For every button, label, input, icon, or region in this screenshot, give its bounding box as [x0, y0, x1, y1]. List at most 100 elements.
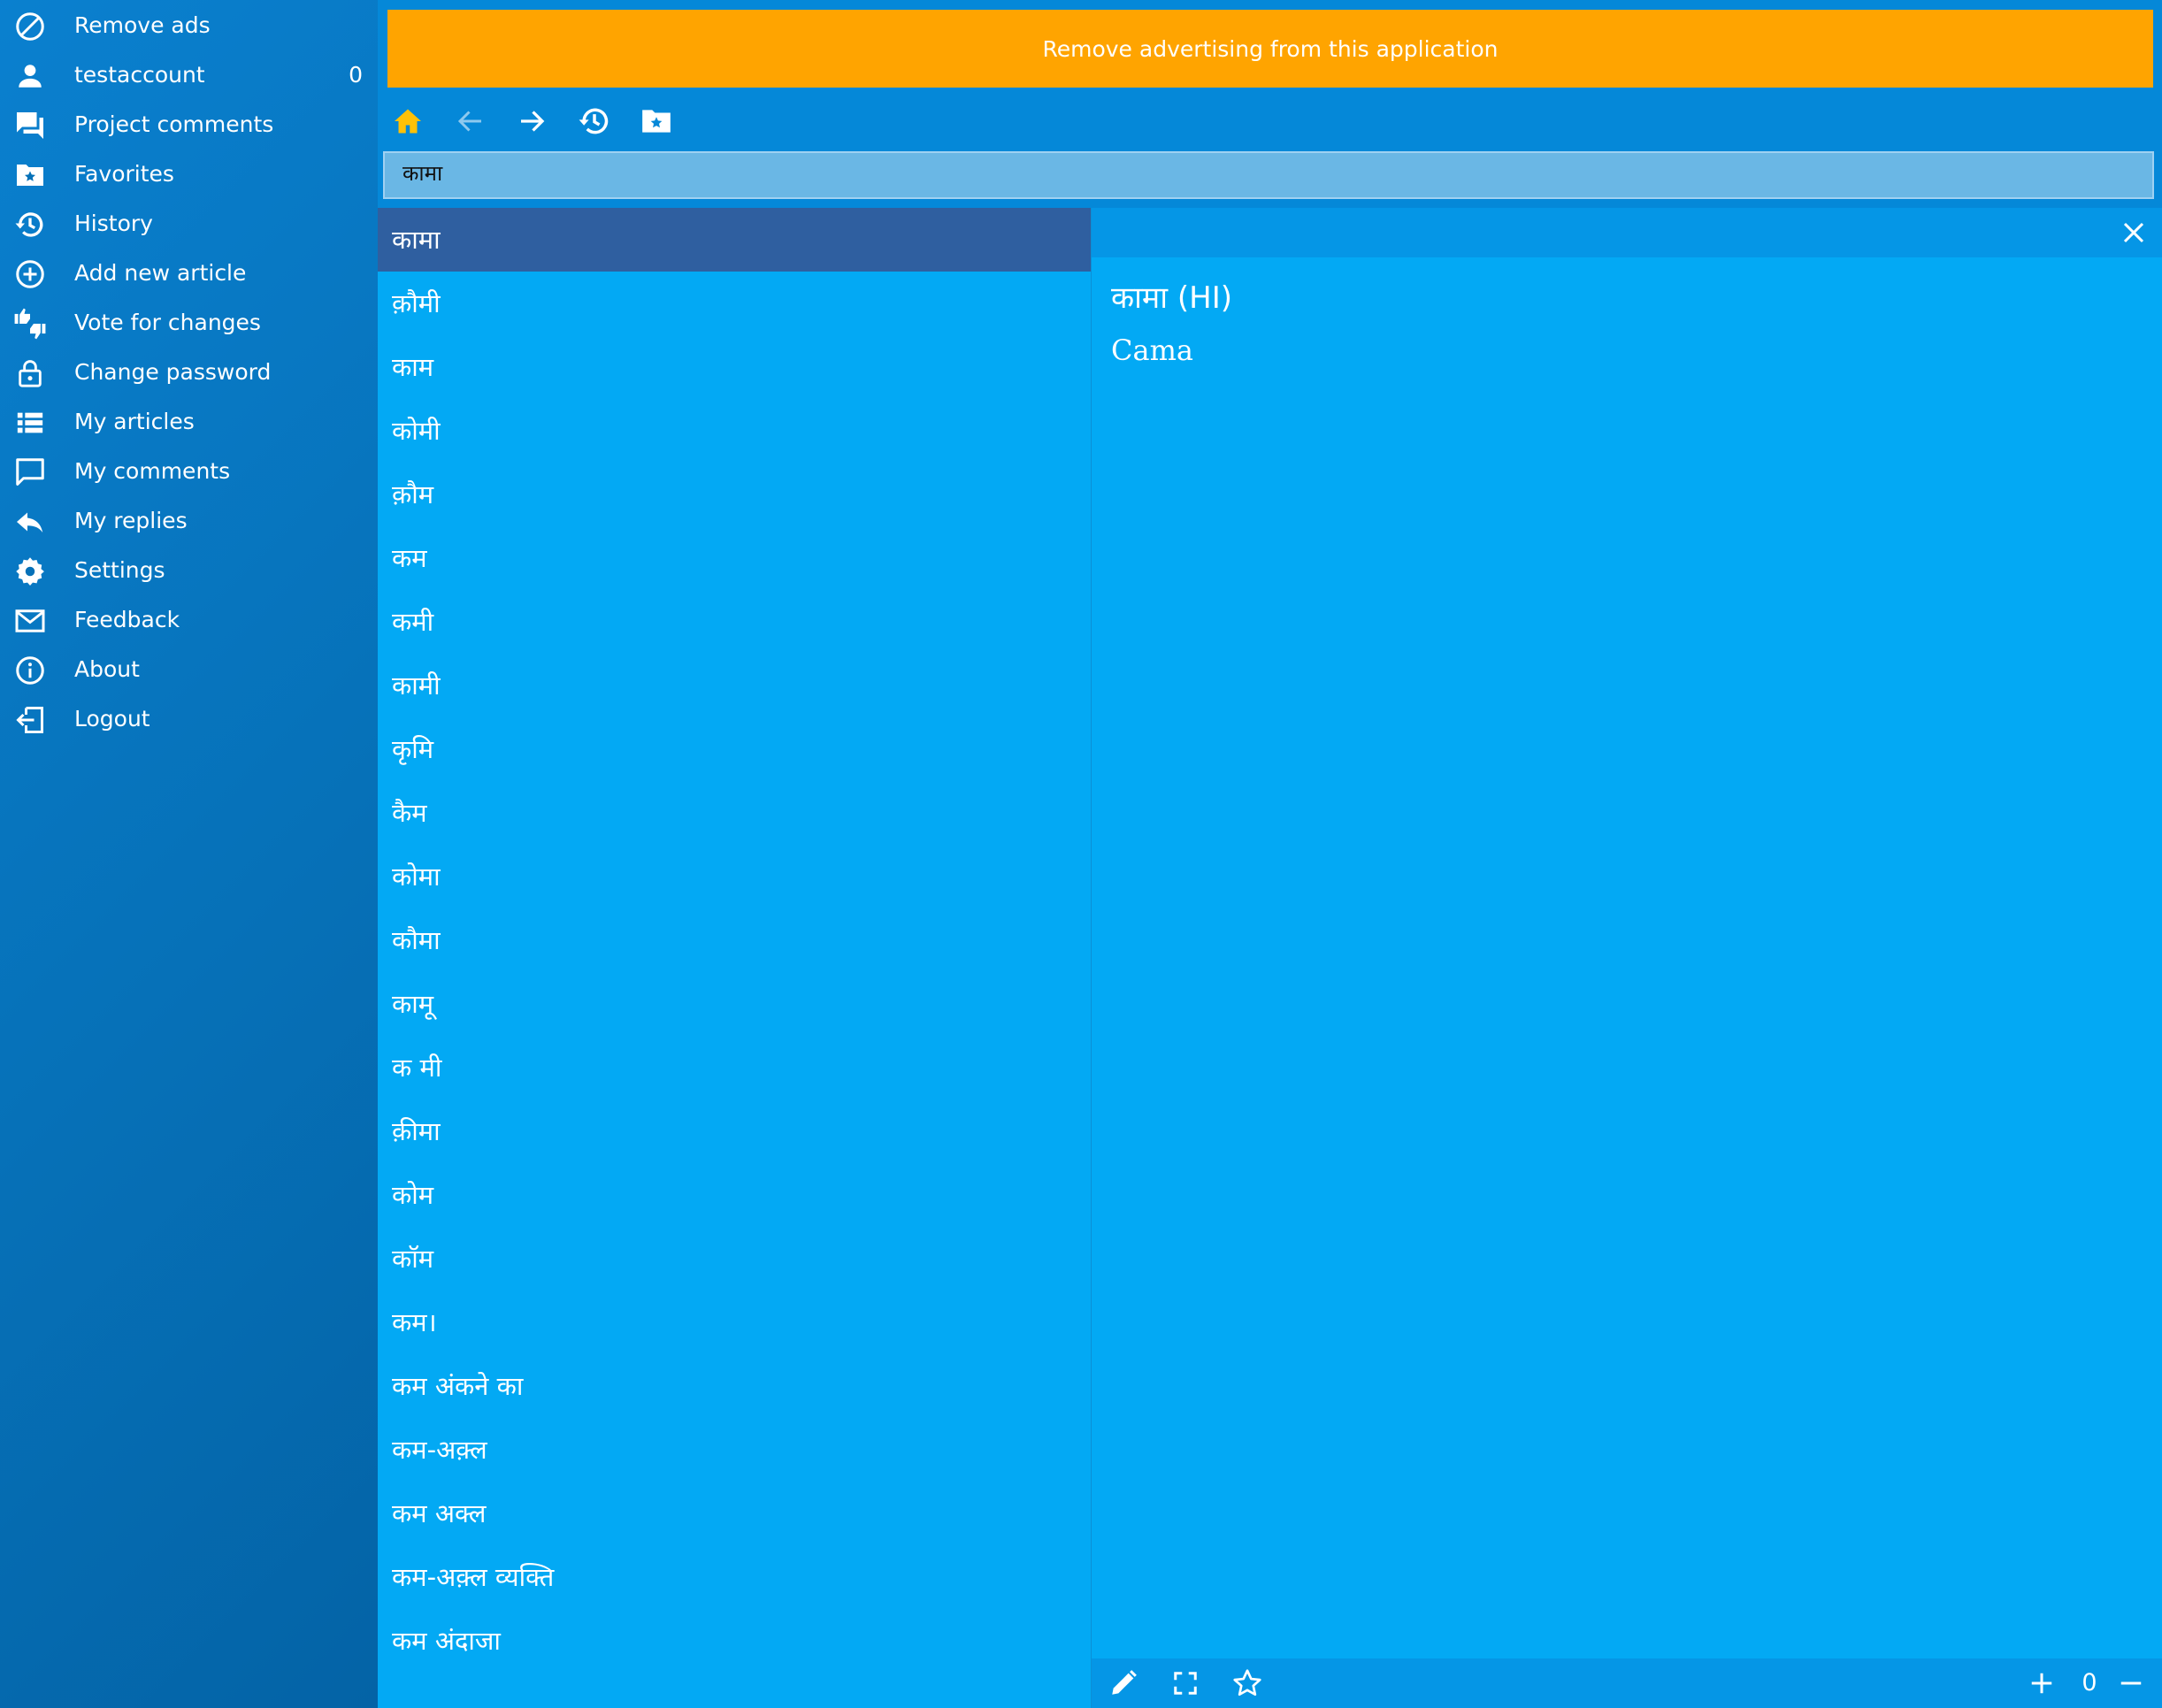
- history-button[interactable]: [572, 102, 617, 141]
- sidebar-item-settings[interactable]: Settings: [0, 546, 378, 595]
- plus-icon: [2028, 1670, 2055, 1697]
- sidebar-item-label: Add new article: [74, 260, 247, 286]
- list-item[interactable]: कम: [378, 526, 1091, 590]
- list-item[interactable]: कॉम: [378, 1227, 1091, 1291]
- home-icon: [392, 105, 424, 137]
- sidebar-item-label: Vote for changes: [74, 310, 261, 335]
- remove-ads-banner[interactable]: Remove advertising from this application: [387, 10, 2153, 88]
- sidebar-item-history[interactable]: History: [0, 199, 378, 249]
- list-item[interactable]: कृमि: [378, 717, 1091, 781]
- sidebar-item-label: History: [74, 211, 153, 236]
- sidebar-item-label: testaccount: [74, 62, 205, 88]
- list-item[interactable]: कोम: [378, 1163, 1091, 1227]
- sidebar-item-about[interactable]: About: [0, 645, 378, 694]
- list-item[interactable]: कम-अक़्ल व्यक्ति: [378, 1545, 1091, 1609]
- account-count: 0: [349, 62, 363, 88]
- search-input[interactable]: [402, 155, 2083, 190]
- sidebar-item-label: Logout: [74, 706, 150, 731]
- fullscreen-icon: [1172, 1670, 1199, 1697]
- close-article-button[interactable]: [2114, 213, 2153, 252]
- favorite-folder-icon: [13, 158, 47, 192]
- list-item[interactable]: काम: [378, 335, 1091, 399]
- user-icon: [13, 59, 47, 93]
- add-circle-icon: [13, 257, 47, 291]
- sidebar-item-label: Change password: [74, 359, 272, 385]
- sidebar-item-label: My replies: [74, 508, 188, 533]
- comment-icon: [13, 456, 47, 489]
- sidebar-item-favorites[interactable]: Favorites: [0, 149, 378, 199]
- info-icon: [13, 654, 47, 687]
- list-item[interactable]: कामी: [378, 654, 1091, 717]
- sidebar-item-label: Feedback: [74, 607, 180, 632]
- list-icon: [13, 406, 47, 440]
- search-box: [383, 151, 2154, 199]
- sidebar-item-label: Remove ads: [74, 12, 211, 38]
- list-item[interactable]: कम अक्ल: [378, 1482, 1091, 1545]
- history-icon: [13, 208, 47, 241]
- forward-arrow-icon: [516, 105, 548, 137]
- list-item[interactable]: कम-अक़्ल: [378, 1418, 1091, 1482]
- sidebar-item-my-replies[interactable]: My replies: [0, 496, 378, 546]
- zoom-in-button[interactable]: [2022, 1664, 2061, 1703]
- article-pane: कामा (HI) Cama 0: [1092, 208, 2162, 1708]
- list-item[interactable]: क़ौम: [378, 463, 1091, 526]
- list-item[interactable]: क़ीमा: [378, 1099, 1091, 1163]
- sidebar-item-remove-ads[interactable]: Remove ads: [0, 1, 378, 50]
- home-button[interactable]: [386, 102, 430, 141]
- pencil-icon: [1108, 1668, 1138, 1698]
- back-arrow-icon: [455, 105, 487, 137]
- mail-icon: [13, 604, 47, 638]
- sidebar-item-label: Favorites: [74, 161, 174, 187]
- sidebar-item-label: About: [74, 656, 140, 682]
- block-icon: [13, 10, 47, 43]
- sidebar-item-add-new-article[interactable]: Add new article: [0, 249, 378, 298]
- gear-icon: [13, 555, 47, 588]
- article-title: कामा (HI): [1111, 280, 1232, 316]
- list-item[interactable]: कोमी: [378, 399, 1091, 463]
- article-header-bar: [1092, 208, 2162, 257]
- list-item[interactable]: कम अंदाजा: [378, 1609, 1091, 1673]
- sidebar-item-label: Settings: [74, 557, 165, 583]
- sidebar-item-logout[interactable]: Logout: [0, 694, 378, 744]
- sidebar-item-feedback[interactable]: Feedback: [0, 595, 378, 645]
- sidebar-item-my-comments[interactable]: My comments: [0, 447, 378, 496]
- zoom-out-button[interactable]: [2112, 1664, 2150, 1703]
- list-item[interactable]: क़ौमी: [378, 272, 1091, 335]
- sidebar-item-my-articles[interactable]: My articles: [0, 397, 378, 447]
- list-item[interactable]: कमी: [378, 590, 1091, 654]
- forum-icon: [13, 109, 47, 142]
- add-favorite-button[interactable]: [1228, 1664, 1267, 1703]
- thumbs-up-down-icon: [13, 307, 47, 341]
- favorite-folder-icon: [640, 104, 673, 138]
- sidebar-item-account[interactable]: testaccount 0: [0, 50, 378, 100]
- ad-banner-text: Remove advertising from this application: [1042, 35, 1499, 62]
- reply-icon: [13, 505, 47, 539]
- list-item[interactable]: कम।: [378, 1291, 1091, 1354]
- sidebar-item-label: Project comments: [74, 111, 274, 137]
- sidebar: Remove ads testaccount 0 Project comment…: [0, 0, 378, 1708]
- edit-button[interactable]: [1104, 1664, 1143, 1703]
- logout-icon: [13, 703, 47, 737]
- lock-icon: [13, 356, 47, 390]
- list-item[interactable]: क मी: [378, 1036, 1091, 1099]
- list-item[interactable]: कैम: [378, 781, 1091, 845]
- sidebar-item-label: My articles: [74, 409, 195, 434]
- history-icon: [578, 104, 611, 138]
- article-bottom-bar: 0: [1092, 1658, 2162, 1708]
- sidebar-item-vote-for-changes[interactable]: Vote for changes: [0, 298, 378, 348]
- list-item-selected[interactable]: कामा: [378, 208, 1091, 272]
- forward-button[interactable]: [510, 102, 554, 141]
- sidebar-item-label: My comments: [74, 458, 231, 484]
- list-item[interactable]: कम अंकने का: [378, 1354, 1091, 1418]
- word-list: कामा क़ौमी काम कोमी क़ौम कम कमी कामी कृम…: [378, 208, 1091, 1708]
- sidebar-item-change-password[interactable]: Change password: [0, 348, 378, 397]
- minus-icon: [2118, 1670, 2144, 1697]
- zoom-level: 0: [2082, 1669, 2097, 1697]
- favorites-button[interactable]: [634, 102, 678, 141]
- list-item[interactable]: कोमा: [378, 845, 1091, 908]
- list-item[interactable]: कामू: [378, 972, 1091, 1036]
- sidebar-item-project-comments[interactable]: Project comments: [0, 100, 378, 149]
- list-item[interactable]: कौमा: [378, 908, 1091, 972]
- fullscreen-button[interactable]: [1166, 1664, 1205, 1703]
- back-button[interactable]: [448, 102, 493, 141]
